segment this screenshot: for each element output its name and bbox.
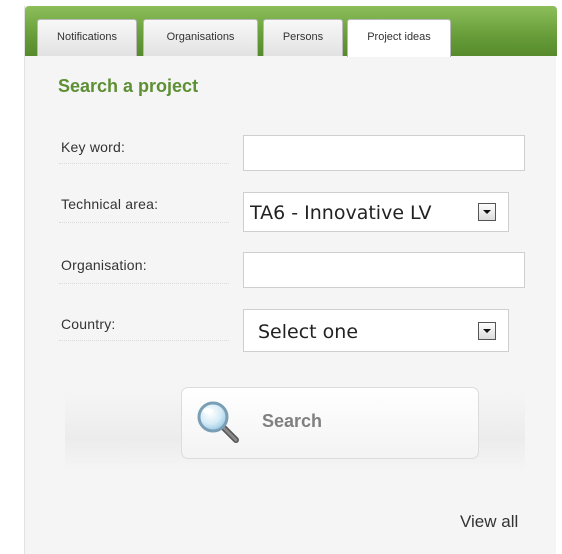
search-button[interactable]: Search bbox=[181, 387, 479, 459]
country-select[interactable]: Select one bbox=[243, 309, 509, 352]
organisation-label: Organisation: bbox=[61, 257, 147, 273]
tab-persons[interactable]: Persons bbox=[263, 19, 343, 56]
magnifier-icon bbox=[197, 401, 239, 443]
search-button-label: Search bbox=[262, 411, 323, 431]
country-label: Country: bbox=[61, 316, 116, 332]
technical-area-divider bbox=[59, 222, 229, 223]
section-title: Search a project bbox=[58, 76, 199, 96]
project-search-panel: Notifications Organisations Persons Proj… bbox=[24, 6, 557, 554]
organisation-input[interactable] bbox=[243, 252, 525, 288]
technical-area-chevron-down-icon[interactable] bbox=[478, 203, 496, 221]
tab-organisations[interactable]: Organisations bbox=[143, 19, 258, 56]
country-value: Select one bbox=[258, 321, 359, 343]
tab-notifications[interactable]: Notifications bbox=[37, 19, 137, 56]
tab-project-ideas[interactable]: Project ideas bbox=[347, 19, 451, 57]
technical-area-value: TA6 - Innovative LV bbox=[250, 202, 432, 224]
keyword-input[interactable] bbox=[243, 135, 525, 171]
keyword-divider bbox=[59, 163, 229, 164]
organisation-divider bbox=[59, 283, 229, 284]
tab-bar: Notifications Organisations Persons Proj… bbox=[25, 6, 557, 57]
keyword-label: Key word: bbox=[61, 139, 126, 155]
technical-area-select[interactable]: TA6 - Innovative LV bbox=[243, 192, 509, 232]
view-all-link[interactable]: View all bbox=[460, 512, 518, 532]
country-divider bbox=[59, 340, 229, 341]
country-chevron-down-icon[interactable] bbox=[478, 322, 496, 340]
technical-area-label: Technical area: bbox=[61, 196, 159, 212]
